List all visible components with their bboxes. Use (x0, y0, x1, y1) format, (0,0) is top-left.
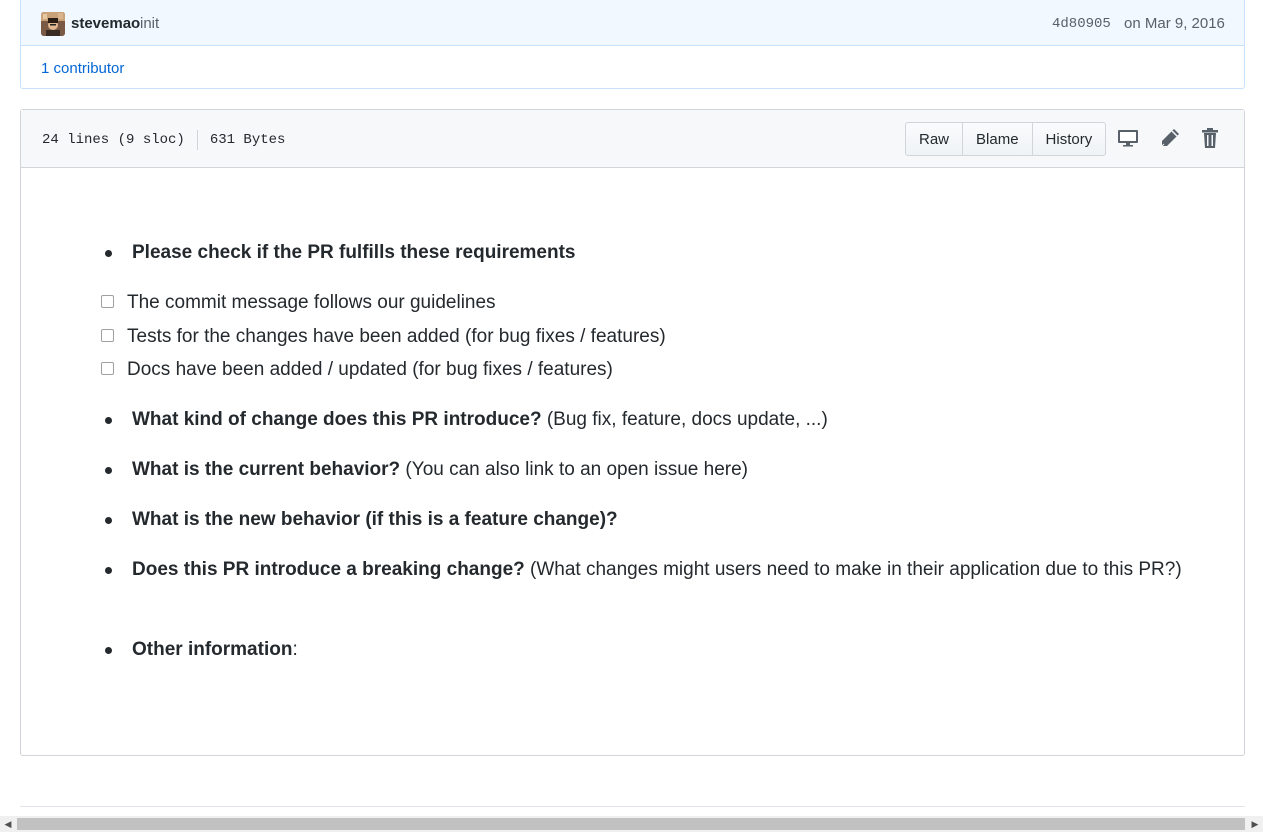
list-item-heading: Does this PR introduce a breaking change… (132, 559, 525, 580)
task-checkbox[interactable] (101, 329, 114, 342)
footer-divider (20, 806, 1245, 807)
author-avatar[interactable] (41, 12, 65, 36)
commit-author-link[interactable]: stevemao (71, 15, 140, 32)
task-label: Docs have been added / updated (for bug … (127, 359, 613, 380)
list-item-heading: What kind of change does this PR introdu… (132, 409, 542, 430)
scroll-right-arrow-icon[interactable]: ▶ (1247, 816, 1263, 832)
list-item-text: (Bug fix, feature, docs update, ...) (541, 409, 828, 430)
task-checkbox[interactable] (101, 295, 114, 308)
bullet (105, 567, 112, 574)
list-item-heading: What is the current behavior? (132, 459, 401, 480)
file-header: 24 lines (9 sloc) 631 Bytes Raw Blame Hi… (21, 110, 1244, 168)
commit-date: on Mar 9, 2016 (1124, 15, 1225, 32)
task-label: Tests for the changes have been added (f… (127, 326, 666, 347)
list-item-heading: Please check if the PR fulfills these re… (132, 242, 576, 263)
latest-commit-bar: stevemao init 4d80905 on Mar 9, 2016 (21, 0, 1244, 46)
bullet (105, 467, 112, 474)
blame-button[interactable]: Blame (962, 122, 1033, 156)
commit-message-link[interactable]: init (140, 15, 159, 32)
file-viewer: 24 lines (9 sloc) 631 Bytes Raw Blame Hi… (20, 109, 1245, 756)
bullet (105, 517, 112, 524)
file-info-divider (196, 130, 198, 150)
bullet (105, 417, 112, 424)
list-item: Other information: (105, 635, 1192, 665)
desktop-icon[interactable] (1117, 127, 1139, 149)
list-item-text: (What changes might users need to make i… (524, 559, 1182, 580)
file-size: 631 Bytes (209, 132, 286, 148)
file-info: 24 lines (9 sloc) 631 Bytes (42, 130, 285, 150)
list-item: Please check if the PR fulfills these re… (105, 238, 1192, 268)
raw-button[interactable]: Raw (905, 122, 964, 156)
task-list-item: The commit message follows our guideline… (101, 288, 496, 318)
list-item-text: : (292, 639, 298, 660)
task-checkbox[interactable] (101, 362, 114, 375)
history-button[interactable]: History (1031, 122, 1107, 156)
scroll-left-arrow-icon[interactable]: ◀ (0, 816, 16, 832)
trash-icon[interactable] (1199, 127, 1221, 149)
bullet (105, 647, 112, 654)
scrollbar-thumb[interactable] (17, 818, 1245, 830)
horizontal-scrollbar[interactable]: ◀ ▶ (0, 816, 1263, 832)
task-label: The commit message follows our guideline… (127, 292, 496, 313)
file-actions-button-group: Raw Blame History (905, 122, 1107, 156)
commit-tease: stevemao init 4d80905 on Mar 9, 2016 1 c… (20, 0, 1245, 89)
file-line-count: 24 lines (9 sloc) (42, 132, 185, 148)
list-item: What is the new behavior (if this is a f… (105, 505, 1192, 535)
list-item: What is the current behavior? (You can a… (105, 455, 1192, 485)
contributors-link[interactable]: 1 contributor (41, 60, 124, 77)
list-item: What kind of change does this PR introdu… (105, 405, 1192, 435)
list-item-heading: Other information (132, 639, 293, 660)
list-item-text: (You can also link to an open issue here… (400, 459, 749, 480)
list-item: Does this PR introduce a breaking change… (105, 555, 1192, 585)
list-item-heading: What is the new behavior (if this is a f… (132, 509, 618, 530)
commit-sha-link[interactable]: 4d80905 (1052, 16, 1111, 32)
pencil-icon[interactable] (1159, 127, 1181, 149)
bullet (105, 250, 112, 257)
task-list-item: Docs have been added / updated (for bug … (101, 355, 613, 385)
task-list-item: Tests for the changes have been added (f… (101, 322, 666, 352)
